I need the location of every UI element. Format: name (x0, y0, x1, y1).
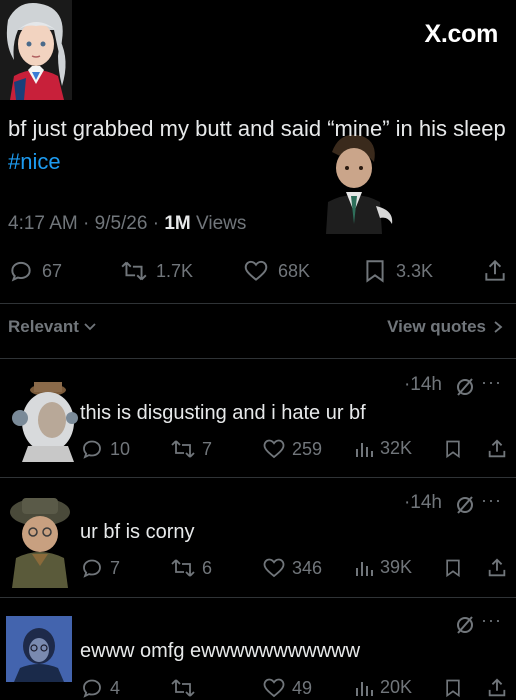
repost-count: 7 (202, 438, 213, 459)
divider (0, 303, 516, 304)
reply-time: ·14h (403, 374, 442, 395)
like-button[interactable]: 49 (262, 676, 312, 700)
repost-button[interactable]: 7 (170, 437, 212, 461)
bookmark-icon (366, 260, 384, 283)
share-button[interactable] (482, 250, 508, 292)
post-actions: 67 1.7K 68K 3.3K (0, 250, 516, 292)
divider (0, 358, 516, 359)
grok-slash-icon[interactable] (454, 494, 476, 516)
reply-count: 10 (110, 438, 131, 459)
sort-dropdown[interactable]: Relevant (8, 317, 97, 337)
reply-icon (11, 261, 31, 282)
site-brand: X.com (424, 20, 498, 48)
author-avatar[interactable] (0, 0, 72, 100)
views-button[interactable]: 39K (354, 556, 412, 578)
reply-item[interactable]: ·14h ··· this is disgusting and i hate u… (0, 360, 516, 476)
chevron-right-icon (494, 321, 503, 333)
grok-slash-icon[interactable] (454, 376, 476, 398)
views-count: 39K (380, 556, 413, 577)
repost-icon (171, 559, 195, 577)
bookmark-button[interactable]: 3.3K (362, 250, 433, 292)
reply-count: 4 (110, 677, 121, 698)
reply-count: 67 (42, 260, 63, 281)
chevron-down-icon (84, 323, 96, 331)
bookmark-icon[interactable] (443, 557, 463, 579)
reply-time: ·14h (403, 492, 442, 513)
reply-item[interactable]: ··· ewww omfg ewwwwwwwwwww 4 49 20K (0, 598, 516, 698)
bookmark-icon[interactable] (443, 438, 463, 460)
view-quotes-link[interactable]: View quotes (387, 317, 504, 337)
repost-icon (121, 261, 147, 281)
repost-count: 6 (202, 557, 213, 578)
share-icon[interactable] (486, 438, 508, 460)
like-icon (263, 558, 285, 578)
sort-label: Relevant (8, 317, 79, 336)
repost-button[interactable]: 6 (170, 556, 212, 580)
more-icon[interactable]: ··· (481, 372, 502, 393)
reply-icon (83, 559, 101, 578)
repost-icon (171, 679, 195, 697)
post-date: 9/5/26 (94, 213, 148, 234)
like-count: 68K (278, 260, 311, 281)
reply-count: 7 (110, 557, 121, 578)
like-count: 49 (292, 677, 313, 698)
post-meta: 4:17 AM · 9/5/26 · 1M Views (8, 213, 247, 234)
repost-button[interactable] (170, 676, 202, 700)
like-count: 346 (292, 557, 323, 578)
reply-text: this is disgusting and i hate ur bf (80, 402, 366, 424)
post-views-count: 1M (164, 213, 191, 234)
more-icon[interactable]: ··· (481, 610, 502, 631)
reply-button[interactable]: 7 (80, 556, 120, 580)
views-icon (356, 562, 373, 576)
reply-avatar[interactable] (6, 616, 72, 682)
share-icon (485, 259, 505, 281)
post-body: bf just grabbed my butt and said “mine” … (8, 116, 506, 141)
views-icon (356, 682, 373, 696)
post-time: 4:17 AM (8, 213, 78, 234)
views-count: 32K (380, 437, 413, 458)
reply-avatar[interactable] (8, 378, 78, 462)
hashtag-link[interactable]: #nice (8, 149, 61, 174)
like-icon (263, 439, 285, 459)
like-button[interactable]: 68K (242, 250, 310, 292)
like-count: 259 (292, 438, 323, 459)
reply-text: ewww omfg ewwwwwwwwwww (80, 640, 361, 662)
more-icon[interactable]: ··· (481, 490, 502, 511)
repost-icon (171, 440, 195, 458)
like-icon (263, 678, 285, 698)
reply-button[interactable]: 67 (8, 250, 62, 292)
view-quotes-label: View quotes (387, 317, 486, 336)
like-button[interactable]: 259 (262, 437, 322, 461)
reply-button[interactable]: 4 (80, 676, 120, 700)
grok-slash-icon[interactable] (454, 614, 476, 636)
reply-icon (83, 679, 101, 698)
post-text: bf just grabbed my butt and said “mine” … (8, 112, 508, 178)
views-count: 20K (380, 676, 413, 697)
share-icon[interactable] (486, 557, 508, 579)
like-icon (244, 260, 268, 281)
reply-icon (83, 440, 101, 459)
reply-button[interactable]: 10 (80, 437, 130, 461)
like-button[interactable]: 346 (262, 556, 322, 580)
repost-count: 1.7K (156, 260, 194, 281)
reply-avatar[interactable] (2, 492, 76, 588)
views-button[interactable]: 20K (354, 676, 412, 698)
reply-item[interactable]: ·14h ··· ur bf is corny 7 6 346 39K (0, 478, 516, 596)
reply-text: ur bf is corny (80, 521, 195, 543)
views-icon (356, 443, 373, 457)
views-button[interactable]: 32K (354, 437, 412, 459)
bookmark-count: 3.3K (396, 260, 434, 281)
repost-button[interactable]: 1.7K (120, 250, 193, 292)
post-views-label: Views (196, 213, 247, 234)
